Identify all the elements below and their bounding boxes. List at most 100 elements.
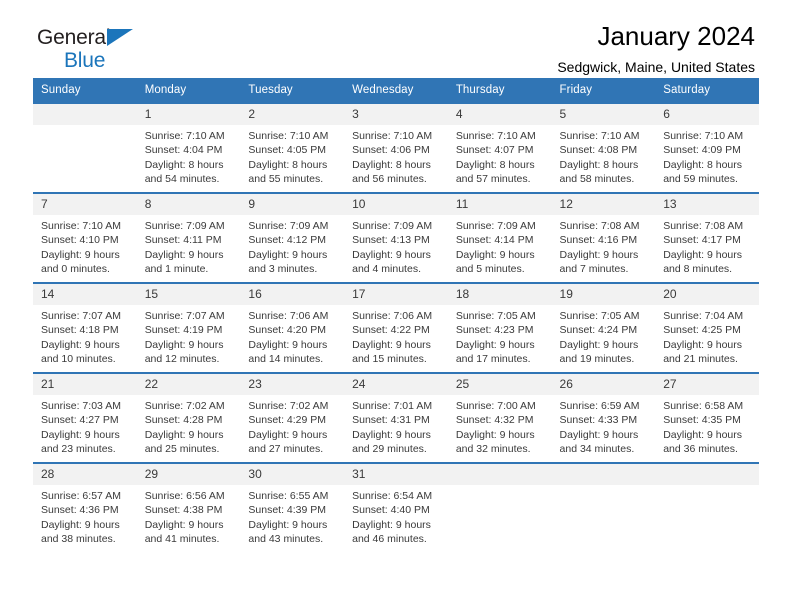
calendar-week-row: 21 Sunrise: 7:03 AM Sunset: 4:27 PM Dayligh… <box>33 372 759 463</box>
calendar-day-cell[interactable]: 16 Sunrise: 7:06 AM Sunset: 4:20 PM Dayligh… <box>240 282 345 373</box>
calendar-day-cell[interactable]: 11 Sunrise: 7:09 AM Sunset: 4:14 PM Dayligh… <box>447 192 552 283</box>
calendar-day-cell[interactable]: 1 Sunrise: 7:10 AM Sunset: 4:04 PM Daylight… <box>136 102 241 193</box>
page-subtitle: Sedgwick, Maine, United States <box>557 58 755 75</box>
day-number: 30 <box>240 464 345 485</box>
day-details: Sunrise: 7:03 AM Sunset: 4:27 PM Daylight:… <box>33 395 137 457</box>
sunrise-time: Sunrise: 7:02 AM <box>248 400 329 412</box>
sunrise-time: Sunrise: 7:05 AM <box>455 310 536 322</box>
weekday-header-wednesday: Wednesday <box>344 78 448 103</box>
sunrise-sunset-calendar: Sunday Monday Tuesday Wednesday Thursday… <box>33 78 759 552</box>
sunset-time: Sunset: 4:19 PM <box>144 324 223 337</box>
daylight-duration-line1: Daylight: 8 hours <box>144 158 224 171</box>
daylight-duration-line2: and 38 minutes. <box>41 533 116 546</box>
calendar-day-cell[interactable]: 25 Sunrise: 7:00 AM Sunset: 4:32 PM Dayligh… <box>447 372 552 463</box>
daylight-duration-line1: Daylight: 9 hours <box>248 428 328 441</box>
sunset-time: Sunset: 4:35 PM <box>663 414 741 427</box>
day-details: Sunrise: 7:01 AM Sunset: 4:31 PM Daylight:… <box>344 395 448 457</box>
sunrise-time: Sunrise: 7:10 AM <box>352 130 433 142</box>
daylight-duration-line1: Daylight: 8 hours <box>455 158 535 171</box>
title-block: January 2024 Sedgwick, Maine, United Sta… <box>557 21 755 75</box>
sunrise-time: Sunrise: 6:57 AM <box>41 490 121 502</box>
daylight-duration-line2: and 1 minute. <box>144 263 209 276</box>
daylight-duration-line2: and 29 minutes. <box>352 443 427 456</box>
calendar-day-cell[interactable]: 15 Sunrise: 7:07 AM Sunset: 4:19 PM Dayligh… <box>136 282 241 373</box>
daylight-duration-line1: Daylight: 9 hours <box>144 428 224 441</box>
sunset-time: Sunset: 4:06 PM <box>352 144 430 157</box>
calendar-day-cell[interactable]: 19 Sunrise: 7:05 AM Sunset: 4:24 PM Dayligh… <box>551 282 656 373</box>
calendar-day-cell[interactable]: 3 Sunrise: 7:10 AM Sunset: 4:06 PM Daylight… <box>344 102 448 193</box>
calendar-page: General Blue January 2024 Sedgwick, Main… <box>0 0 792 612</box>
sunrise-time: Sunrise: 7:08 AM <box>663 220 744 232</box>
calendar-day-cell[interactable]: 10 Sunrise: 7:09 AM Sunset: 4:13 PM Dayligh… <box>344 192 448 283</box>
calendar-day-cell[interactable]: 30 Sunrise: 6:55 AM Sunset: 4:39 PM Dayligh… <box>240 462 345 552</box>
daylight-duration-line2: and 14 minutes. <box>248 353 324 366</box>
daylight-duration-line1: Daylight: 9 hours <box>559 338 639 351</box>
calendar-day-cell[interactable]: 27 Sunrise: 6:58 AM Sunset: 4:35 PM Dayligh… <box>655 372 759 463</box>
sunrise-time: Sunrise: 7:09 AM <box>352 220 433 232</box>
daylight-duration-line2: and 43 minutes. <box>248 533 324 546</box>
daylight-duration-line1: Daylight: 8 hours <box>663 158 743 171</box>
day-number: 19 <box>551 284 656 305</box>
daylight-duration-line2: and 7 minutes. <box>559 263 629 276</box>
calendar-day-cell[interactable]: 29 Sunrise: 6:56 AM Sunset: 4:38 PM Dayligh… <box>136 462 241 552</box>
day-number: 10 <box>344 194 448 215</box>
day-number: 11 <box>447 194 552 215</box>
day-details: Sunrise: 7:10 AM Sunset: 4:07 PM Daylight:… <box>448 125 552 187</box>
sunset-time: Sunset: 4:16 PM <box>559 234 638 247</box>
day-details: Sunrise: 7:10 AM Sunset: 4:10 PM Daylight:… <box>33 215 137 277</box>
daylight-duration-line1: Daylight: 9 hours <box>248 248 328 261</box>
day-number: 28 <box>33 464 137 485</box>
daylight-duration-line1: Daylight: 9 hours <box>41 428 120 441</box>
calendar-day-cell[interactable]: 22 Sunrise: 7:02 AM Sunset: 4:28 PM Dayligh… <box>136 372 241 463</box>
calendar-day-cell[interactable]: 21 Sunrise: 7:03 AM Sunset: 4:27 PM Dayligh… <box>33 372 137 463</box>
daylight-duration-line1: Daylight: 9 hours <box>455 338 535 351</box>
sunset-time: Sunset: 4:13 PM <box>352 234 430 247</box>
calendar-day-cell[interactable]: 8 Sunrise: 7:09 AM Sunset: 4:11 PM Daylight… <box>136 192 241 283</box>
sunset-time: Sunset: 4:08 PM <box>559 144 638 157</box>
sunrise-time: Sunrise: 7:04 AM <box>663 310 744 322</box>
calendar-day-cell[interactable]: 23 Sunrise: 7:02 AM Sunset: 4:29 PM Dayligh… <box>240 372 345 463</box>
calendar-day-cell[interactable]: 9 Sunrise: 7:09 AM Sunset: 4:12 PM Daylight… <box>240 192 345 283</box>
calendar-day-cell[interactable]: 4 Sunrise: 7:10 AM Sunset: 4:07 PM Daylight… <box>447 102 552 193</box>
calendar-day-cell[interactable]: 20 Sunrise: 7:04 AM Sunset: 4:25 PM Dayligh… <box>655 282 759 373</box>
daylight-duration-line2: and 25 minutes. <box>144 443 220 456</box>
calendar-day-cell[interactable]: 17 Sunrise: 7:06 AM Sunset: 4:22 PM Dayligh… <box>344 282 448 373</box>
sunset-time: Sunset: 4:36 PM <box>41 504 119 517</box>
daylight-duration-line2: and 36 minutes. <box>663 443 738 456</box>
calendar-day-cell[interactable]: 13 Sunrise: 7:08 AM Sunset: 4:17 PM Dayligh… <box>655 192 759 283</box>
calendar-day-cell[interactable]: 7 Sunrise: 7:10 AM Sunset: 4:10 PM Daylight… <box>33 192 137 283</box>
daylight-duration-line1: Daylight: 9 hours <box>663 248 743 261</box>
calendar-day-cell[interactable]: 5 Sunrise: 7:10 AM Sunset: 4:08 PM Daylight… <box>551 102 656 193</box>
sunrise-time: Sunrise: 7:10 AM <box>559 130 640 142</box>
calendar-day-cell[interactable]: 12 Sunrise: 7:08 AM Sunset: 4:16 PM Dayligh… <box>551 192 656 283</box>
sunset-time: Sunset: 4:17 PM <box>663 234 741 247</box>
day-details: Sunrise: 7:04 AM Sunset: 4:25 PM Daylight:… <box>655 305 759 367</box>
sunset-time: Sunset: 4:40 PM <box>352 504 430 517</box>
day-details: Sunrise: 6:57 AM Sunset: 4:36 PM Daylight:… <box>33 485 137 547</box>
calendar-day-cell[interactable]: 18 Sunrise: 7:05 AM Sunset: 4:23 PM Dayligh… <box>447 282 552 373</box>
weekday-header-tuesday: Tuesday <box>240 78 345 103</box>
sunrise-time: Sunrise: 6:54 AM <box>352 490 433 502</box>
sunset-time: Sunset: 4:14 PM <box>455 234 534 247</box>
daylight-duration-line1: Daylight: 9 hours <box>144 338 224 351</box>
sunset-time: Sunset: 4:25 PM <box>663 324 741 337</box>
day-number: 4 <box>447 104 552 125</box>
calendar-day-cell[interactable]: 24 Sunrise: 7:01 AM Sunset: 4:31 PM Dayligh… <box>344 372 448 463</box>
weekday-header-saturday: Saturday <box>655 78 759 103</box>
day-number <box>655 464 759 485</box>
calendar-day-cell[interactable]: 31 Sunrise: 6:54 AM Sunset: 4:40 PM Dayligh… <box>344 462 448 552</box>
day-number: 9 <box>240 194 345 215</box>
sunset-time: Sunset: 4:22 PM <box>352 324 430 337</box>
general-blue-logo[interactable]: General Blue <box>37 27 237 72</box>
day-details: Sunrise: 7:07 AM Sunset: 4:18 PM Daylight:… <box>33 305 137 367</box>
daylight-duration-line2: and 21 minutes. <box>663 353 738 366</box>
calendar-day-cell[interactable]: 14 Sunrise: 7:07 AM Sunset: 4:18 PM Dayligh… <box>33 282 137 373</box>
calendar-day-cell[interactable]: 28 Sunrise: 6:57 AM Sunset: 4:36 PM Dayligh… <box>33 462 137 552</box>
sunrise-time: Sunrise: 7:10 AM <box>455 130 536 142</box>
sunrise-time: Sunrise: 7:00 AM <box>455 400 536 412</box>
sunset-time: Sunset: 4:39 PM <box>248 504 327 517</box>
calendar-day-cell[interactable]: 6 Sunrise: 7:10 AM Sunset: 4:09 PM Daylight… <box>655 102 759 193</box>
calendar-day-cell[interactable]: 26 Sunrise: 6:59 AM Sunset: 4:33 PM Dayligh… <box>551 372 656 463</box>
calendar-day-cell[interactable]: 2 Sunrise: 7:10 AM Sunset: 4:05 PM Daylight… <box>240 102 345 193</box>
day-details: Sunrise: 7:05 AM Sunset: 4:23 PM Daylight:… <box>448 305 552 367</box>
